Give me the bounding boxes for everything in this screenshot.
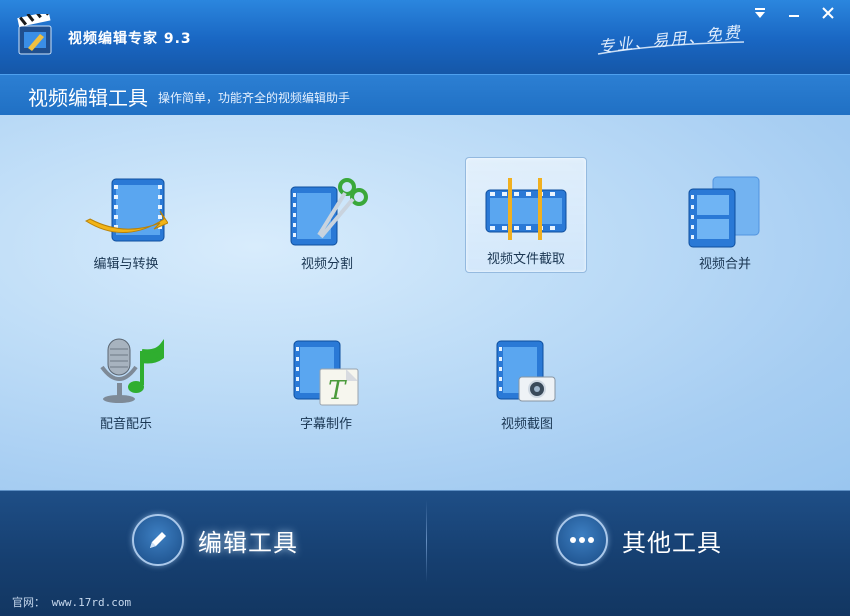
film-subtitle-icon: T: [293, 340, 359, 406]
footer-divider: [426, 500, 427, 582]
film-camera-icon: [496, 340, 556, 402]
tool-merge[interactable]: 视频合并: [665, 163, 785, 275]
film-merge-icon: [688, 176, 760, 248]
film-convert-icon: [84, 178, 168, 242]
minimize-button[interactable]: [782, 4, 806, 22]
slogan-swoosh-icon: [597, 41, 745, 55]
tool-split[interactable]: 视频分割: [267, 163, 387, 275]
pencil-circle: [132, 514, 184, 566]
section-subtitle: 操作简单，功能齐全的视频编辑助手: [158, 91, 351, 105]
tool-clip[interactable]: 视频文件截取: [465, 157, 587, 273]
tool-edit-convert[interactable]: 编辑与转换: [66, 163, 186, 275]
minimize-icon: [789, 15, 799, 17]
tool-subtitle[interactable]: T 字幕制作: [266, 323, 386, 435]
svg-text:T: T: [328, 376, 347, 406]
title-bar[interactable]: 视频编辑专家 9.3 专业、易用、免费: [0, 0, 850, 74]
tool-label: 视频截图: [500, 417, 553, 432]
tool-dub-music[interactable]: 配音配乐: [66, 323, 186, 435]
tool-label: 视频文件截取: [486, 252, 565, 267]
close-icon: [822, 7, 834, 19]
clapperboard-logo-icon: [17, 14, 52, 55]
chevron-down-icon: [755, 8, 765, 18]
tool-label: 编辑与转换: [93, 257, 159, 272]
pencil-icon: [150, 532, 166, 548]
other-tools-button[interactable]: 其他工具: [556, 510, 722, 570]
microphone-music-icon: [100, 338, 164, 403]
close-button[interactable]: [816, 4, 840, 22]
section-title: 视频编辑工具: [28, 86, 148, 110]
film-clip-icon: [485, 178, 567, 240]
edit-tools-label: 编辑工具: [198, 528, 298, 557]
film-scissors-icon: [290, 178, 368, 246]
website-link[interactable]: 官网： www.17rd.com: [12, 594, 131, 610]
app-title: 视频编辑专家 9.3: [68, 31, 192, 47]
menu-button[interactable]: [748, 4, 772, 22]
tool-screenshot[interactable]: 视频截图: [467, 323, 587, 435]
more-dots-icon: [570, 537, 594, 543]
more-circle: [556, 514, 608, 566]
window-controls: [748, 4, 840, 22]
app-window: 视频编辑专家 9.3 专业、易用、免费 视频编辑工具 操作简单，功能齐全的视频编…: [0, 0, 850, 616]
section-header: 视频编辑工具 操作简单，功能齐全的视频编辑助手: [0, 74, 850, 116]
tool-label: 配音配乐: [99, 417, 152, 432]
edit-tools-button[interactable]: 编辑工具: [132, 510, 298, 570]
tool-label: 字幕制作: [299, 417, 352, 432]
tool-label: 视频分割: [300, 257, 353, 272]
tool-label: 视频合并: [698, 257, 751, 272]
other-tools-label: 其他工具: [622, 528, 722, 557]
